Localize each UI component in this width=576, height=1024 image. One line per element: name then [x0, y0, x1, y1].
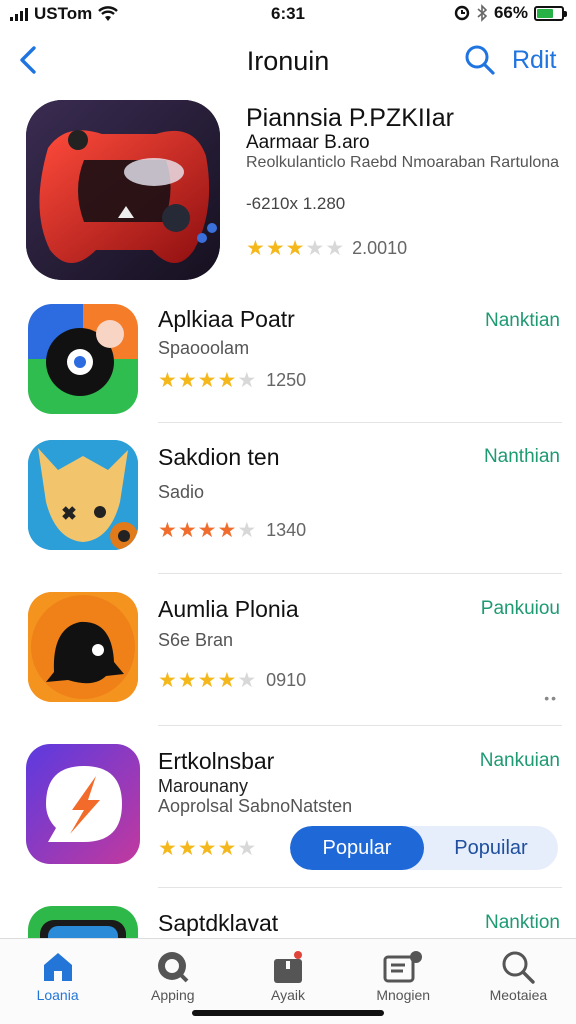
apps-icon — [157, 952, 189, 983]
star-icon: ★ — [217, 669, 237, 692]
app-title: Aplkiaa Poatr — [158, 306, 295, 332]
app-subtitle: Sadio — [158, 482, 205, 502]
rating-count: 1250 — [266, 370, 307, 390]
search-icon — [502, 951, 536, 984]
bluetooth-icon — [477, 4, 488, 22]
tab-label: Mnogien — [376, 987, 431, 1003]
star-icon: ★ — [237, 369, 257, 392]
star-icon: ★ — [217, 837, 237, 860]
featured-rating: ★ ★ ★ ★ ★ 2.0010 — [246, 238, 407, 259]
star-icon: ★ — [177, 837, 197, 860]
app-subtitle: S6e Bran — [158, 630, 234, 650]
star-icon: ★ — [325, 237, 345, 260]
star-icon: ★ — [217, 519, 237, 542]
popular-alt-segment[interactable]: Popuilar — [424, 826, 558, 870]
featured-description: Reolkulanticlo Raebd Nmoaraban Rartulona — [246, 154, 560, 171]
edit-button[interactable]: Rdit — [512, 46, 556, 75]
battery-icon — [534, 5, 567, 21]
divider — [158, 422, 562, 423]
star-icon: ★ — [246, 237, 265, 260]
updates-icon — [383, 951, 423, 983]
status-bar: USTom 6:31 66% — [0, 0, 576, 28]
list-item[interactable]: Aplkiaa Poatr Spaooolam ★ ★ ★ ★ ★ 1250 Nankt… — [0, 300, 576, 430]
list-item[interactable]: Ertkolnsbar Marounany Aoprolsal SabnoNat… — [0, 742, 576, 892]
app-subtitle: Spaooolam — [158, 338, 250, 358]
alarm-icon — [454, 5, 470, 21]
app-title: Aumlia Plonia — [158, 596, 299, 622]
cartoon-creature-icon[interactable] — [28, 440, 138, 550]
get-button[interactable]: Nankuian — [480, 750, 560, 772]
star-icon: ★ — [158, 669, 177, 692]
app-rating: ★ ★ ★ ★ ★ 1250 — [158, 370, 306, 391]
star-rating: ★ ★ ★ ★ ★ — [158, 670, 256, 691]
app-title: Saptdklavat — [158, 910, 279, 936]
home-indicator — [192, 1010, 384, 1016]
star-icon: ★ — [197, 369, 217, 392]
get-button[interactable]: Pankuiou — [481, 598, 560, 620]
star-icon: ★ — [177, 669, 197, 692]
get-button[interactable]: Nanktian — [485, 310, 560, 332]
nav-bar: Ironuin Rdit — [0, 36, 576, 88]
tab-label: Ayaik — [271, 987, 305, 1003]
app-description: Aoprolsal SabnoNatsten — [158, 796, 353, 816]
star-icon: ★ — [237, 837, 257, 860]
ink-blob-character-icon[interactable] — [28, 592, 138, 702]
featured-title: Piannsia P.PZKIIar — [246, 104, 454, 132]
list-item[interactable]: Saptdklavat Nanktion — [0, 902, 576, 942]
featured-size: -6210x 1.280 — [246, 194, 346, 213]
goggles-icon[interactable] — [28, 906, 138, 942]
tab-label: Apping — [151, 987, 195, 1003]
vinyl-record-icon[interactable] — [28, 304, 138, 414]
rating-count: 1340 — [266, 520, 307, 540]
star-icon: ★ — [285, 237, 305, 260]
star-icon: ★ — [158, 369, 177, 392]
battery-percent: 66% — [493, 3, 528, 22]
star-icon: ★ — [197, 519, 217, 542]
gift-icon — [274, 951, 302, 983]
star-icon: ★ — [217, 369, 237, 392]
app-title: Sakdion ten — [158, 444, 280, 470]
star-icon: ★ — [158, 837, 177, 860]
list-item[interactable]: Sakdion ten Sadio ★ ★ ★ ★ ★ 1340 Nanthian — [0, 438, 576, 578]
divider — [158, 725, 562, 726]
star-icon: ★ — [158, 519, 177, 542]
list-item[interactable]: Aumlia Plonia S6e Bran ★ ★ ★ ★ ★ 0910 Pankui… — [0, 590, 576, 730]
gamepad-app-icon[interactable] — [26, 100, 220, 280]
star-icon: ★ — [305, 237, 325, 260]
more-icon[interactable]: •• — [544, 690, 558, 706]
star-icon: ★ — [237, 519, 257, 542]
app-subtitle: Marounany — [158, 776, 249, 796]
star-icon: ★ — [197, 837, 217, 860]
get-button[interactable]: Nanthian — [484, 446, 560, 468]
rating-count: 0910 — [266, 670, 307, 690]
tab-label: Meotaiea — [489, 987, 548, 1003]
popular-segment[interactable]: Popular — [290, 826, 424, 870]
star-icon: ★ — [265, 237, 285, 260]
search-icon[interactable] — [464, 44, 496, 76]
tab-search[interactable]: Meotaiea — [461, 939, 576, 1024]
star-icon: ★ — [177, 519, 197, 542]
divider — [158, 573, 562, 574]
tab-home[interactable]: Loania — [0, 939, 115, 1024]
divider — [158, 887, 562, 888]
app-rating: ★ ★ ★ ★ ★ 1340 — [158, 520, 306, 541]
app-rating: ★ ★ ★ ★ ★ 0910 — [158, 670, 306, 691]
star-icon: ★ — [237, 669, 257, 692]
get-button[interactable]: Nanktion — [485, 912, 560, 934]
featured-app[interactable]: Piannsia P.PZKIIar Aarmaar B.aro Reolkul… — [0, 100, 576, 286]
star-rating: ★ ★ ★ ★ ★ — [158, 520, 256, 541]
tab-label: Loania — [36, 987, 79, 1003]
star-icon: ★ — [197, 669, 217, 692]
star-rating: ★ ★ ★ ★ ★ — [158, 370, 256, 391]
popular-toggle[interactable]: Popular Popuilar — [290, 826, 558, 870]
home-icon — [43, 953, 72, 981]
app-title: Ertkolnsbar — [158, 748, 275, 774]
app-rating: ★ ★ ★ ★ ★ — [158, 838, 256, 859]
star-rating: ★ ★ ★ ★ ★ — [158, 838, 256, 859]
star-rating: ★ ★ ★ ★ ★ — [246, 238, 344, 259]
rating-count: 2.0010 — [352, 238, 408, 258]
star-icon: ★ — [177, 369, 197, 392]
featured-developer: Aarmaar B.aro — [246, 132, 370, 153]
lightning-chat-icon[interactable] — [26, 744, 140, 864]
